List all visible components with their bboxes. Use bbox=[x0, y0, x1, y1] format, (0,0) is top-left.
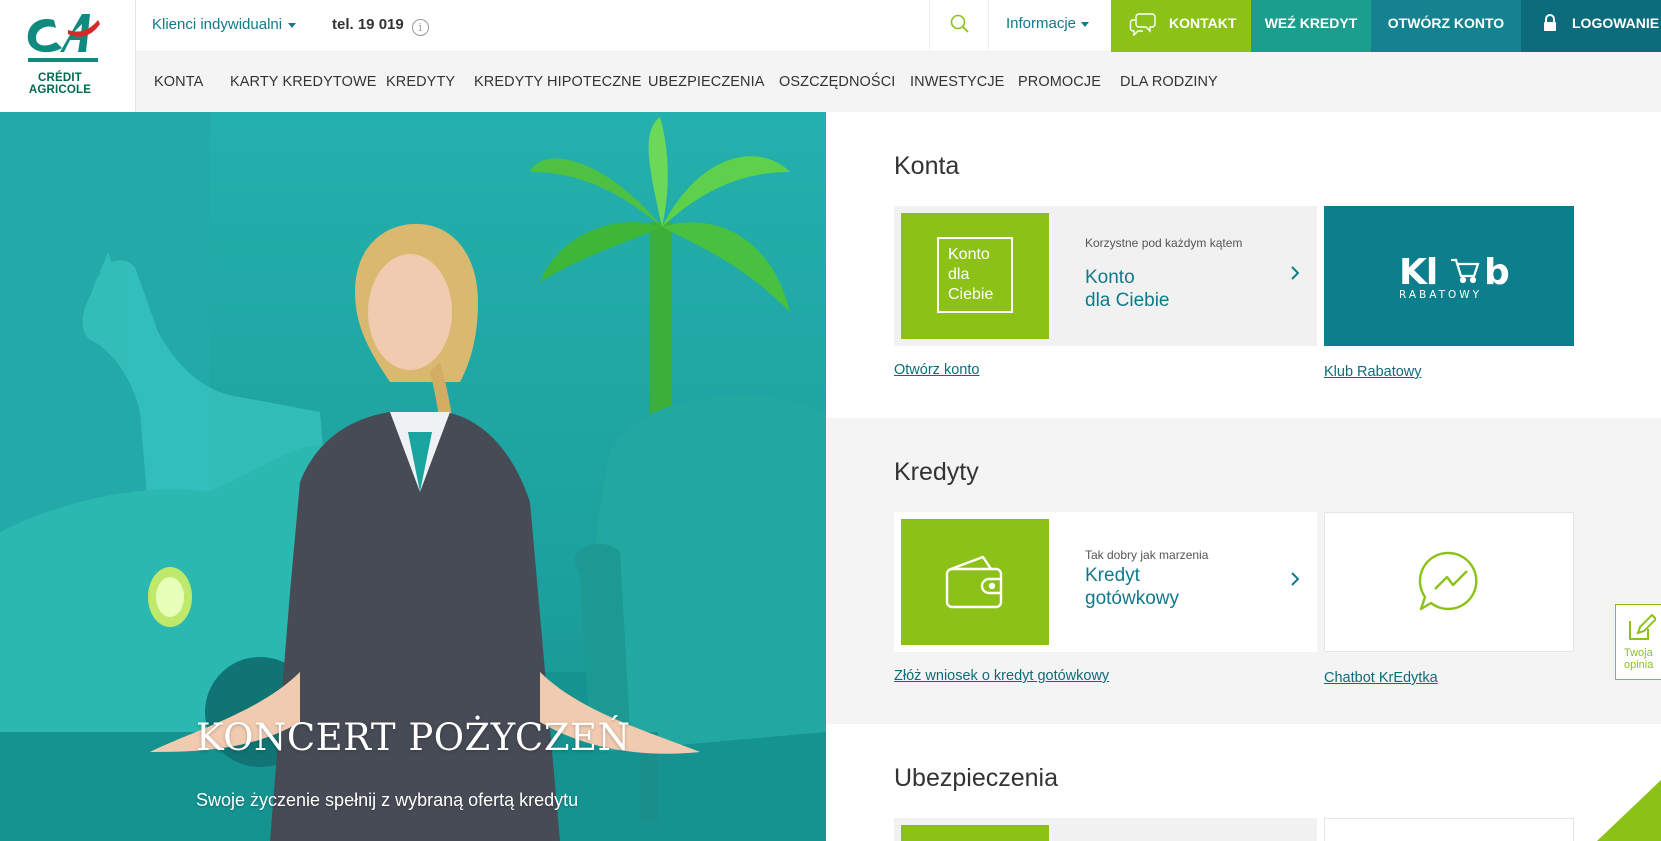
konto-dla-ciebie-tile: Konto dla Ciebie bbox=[901, 213, 1049, 339]
caret-down-icon bbox=[288, 22, 297, 28]
klub-rabatowy-subtitle: RABATOWY bbox=[1399, 289, 1482, 301]
offer-name: Konto dla Ciebie bbox=[1085, 267, 1170, 311]
take-loan-button[interactable]: WEŹ KREDYT bbox=[1251, 0, 1371, 52]
nav-item-karty-kredytowe[interactable]: KARTY KREDYTOWE bbox=[230, 74, 377, 90]
segment-dropdown[interactable]: Klienci indywidualni bbox=[152, 16, 297, 33]
chatbot-kredytka-tile[interactable] bbox=[1324, 512, 1574, 652]
search-button[interactable] bbox=[929, 0, 989, 52]
offer-kicker: Korzystne pod każdym kątem bbox=[1085, 236, 1243, 250]
information-menu[interactable]: Informacje bbox=[989, 0, 1111, 52]
top-bar: Klienci indywidualni tel. 19 019 i Inform… bbox=[136, 0, 1661, 52]
search-icon bbox=[950, 14, 969, 33]
hero-subtitle: Swoje życzenie spełnij z wybraną ofertą … bbox=[196, 790, 579, 810]
hero-title: KONCERT POŻYCZEŃ bbox=[196, 716, 631, 759]
nav-item-kredyty-hipoteczne[interactable]: KREDYTY HIPOTECZNE bbox=[474, 74, 642, 90]
nav-item-promocje[interactable]: PROMOCJE bbox=[1018, 74, 1101, 90]
feedback-label: Twoja opinia bbox=[1624, 647, 1654, 671]
corner-decoration bbox=[1597, 780, 1661, 841]
section-konta: Konta Konto dla Ciebie Korzystne pod każ… bbox=[826, 112, 1661, 418]
section-title-ubezpieczenia: Ubezpieczenia bbox=[894, 764, 1058, 792]
konto-dla-ciebie-logo: Konto dla Ciebie bbox=[937, 237, 1013, 313]
section-ubezpieczenia: Ubezpieczenia bbox=[826, 724, 1661, 841]
edit-note-icon bbox=[1629, 613, 1656, 640]
section-title-konta: Konta bbox=[894, 152, 960, 180]
klub-rabatowy-logo-icon: Kl b RABATOWY bbox=[1399, 252, 1510, 301]
loan-application-link[interactable]: Złóż wniosek o kredyt gotówkowy bbox=[894, 668, 1109, 684]
info-icon[interactable]: i bbox=[411, 19, 429, 36]
lock-icon bbox=[1544, 14, 1556, 31]
offer-name: Kredyt gotówkowy bbox=[1085, 565, 1179, 609]
klub-rabatowy-link[interactable]: Klub Rabatowy bbox=[1324, 364, 1422, 380]
offer-card-konto-dla-ciebie[interactable]: Konto dla Ciebie Korzystne pod każdym ką… bbox=[894, 206, 1317, 346]
caret-down-icon bbox=[1081, 21, 1090, 27]
klub-rabatowy-tile[interactable]: Kl b RABATOWY bbox=[1324, 206, 1574, 346]
nav-item-konta[interactable]: KONTA bbox=[154, 74, 203, 90]
contact-button[interactable]: KONTAKT bbox=[1111, 0, 1251, 52]
open-account-button[interactable]: OTWÓRZ KONTO bbox=[1371, 0, 1521, 52]
feedback-tab[interactable]: Twoja opinia bbox=[1615, 604, 1661, 680]
kredyt-gotowkowy-tile bbox=[901, 519, 1049, 645]
main-navigation: KONTA KARTY KREDYTOWE KREDYTY KREDYTY HI… bbox=[136, 52, 1661, 112]
brand-logo[interactable]: CRÉDIT AGRICOLE bbox=[0, 0, 136, 112]
offer-card-ubezpieczenia[interactable] bbox=[894, 818, 1317, 841]
phone-number: tel. 19 019 i bbox=[332, 16, 429, 36]
nav-item-ubezpieczenia[interactable]: UBEZPIECZENIA bbox=[648, 74, 765, 90]
chat-bubbles-icon bbox=[1129, 13, 1156, 36]
klub-rabatowy-title: Kl bbox=[1399, 252, 1437, 293]
brand-name: CRÉDIT AGRICOLE bbox=[28, 72, 92, 96]
nav-item-kredyty[interactable]: KREDYTY bbox=[386, 74, 455, 90]
svg-text:b: b bbox=[1484, 252, 1510, 293]
ubezpieczenia-side-tile[interactable] bbox=[1324, 818, 1574, 841]
credit-agricole-logo-icon bbox=[27, 14, 100, 62]
section-title-kredyty: Kredyty bbox=[894, 458, 979, 486]
chatbot-bubble-icon bbox=[1418, 551, 1478, 611]
chevron-right-icon bbox=[1291, 266, 1299, 280]
wallet-icon bbox=[945, 555, 1003, 609]
chevron-right-icon bbox=[1291, 572, 1299, 586]
section-kredyty: Kredyty Tak dobry jak marzenia Kredyt go… bbox=[826, 418, 1661, 724]
nav-item-inwestycje[interactable]: INWESTYCJE bbox=[910, 74, 1004, 90]
open-account-link[interactable]: Otwórz konto bbox=[894, 362, 979, 378]
offer-kicker: Tak dobry jak marzenia bbox=[1085, 548, 1209, 562]
offer-card-kredyt-gotowkowy[interactable]: Tak dobry jak marzenia Kredyt gotówkowy bbox=[894, 512, 1317, 652]
hero-banner[interactable]: KONCERT POŻYCZEŃ Swoje życzenie spełnij … bbox=[0, 112, 826, 841]
login-button[interactable]: LOGOWANIE bbox=[1521, 0, 1661, 52]
nav-item-dla-rodziny[interactable]: DLA RODZINY bbox=[1120, 74, 1218, 90]
chatbot-kredytka-link[interactable]: Chatbot KrEdytka bbox=[1324, 670, 1438, 686]
nav-item-oszczednosci[interactable]: OSZCZĘDNOŚCI bbox=[779, 74, 895, 90]
